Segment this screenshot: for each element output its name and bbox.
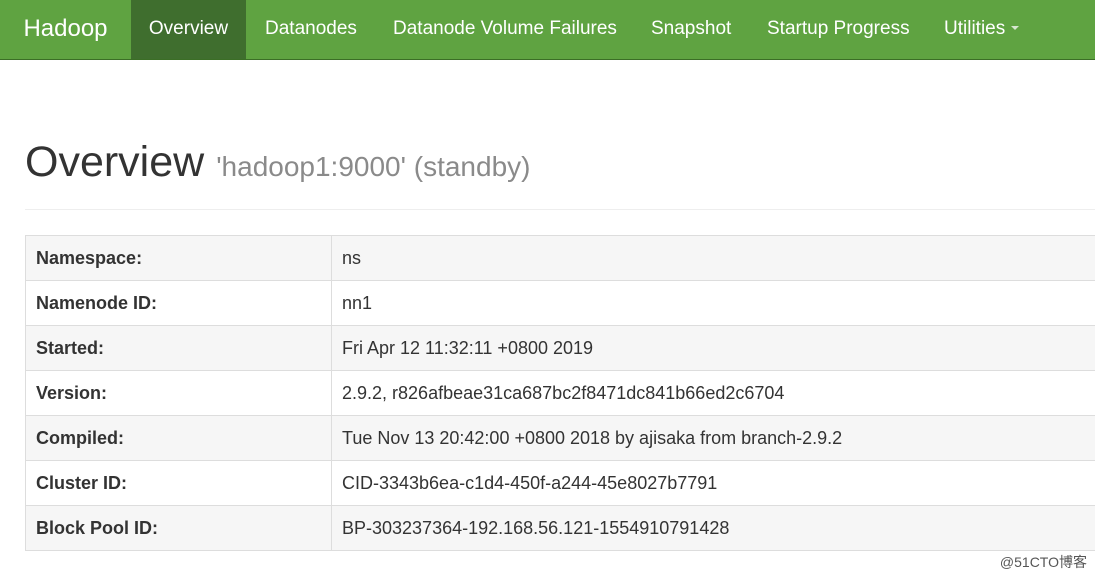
table-row: Namenode ID: nn1 [25, 280, 1095, 326]
nav-startup-progress[interactable]: Startup Progress [767, 0, 910, 59]
top-navbar: Hadoop Overview Datanodes Datanode Volum… [0, 0, 1095, 60]
page-title-text: Overview [25, 138, 205, 186]
table-row: Started: Fri Apr 12 11:32:11 +0800 2019 [25, 325, 1095, 371]
table-row: Namespace: ns [25, 235, 1095, 281]
table-row: Compiled: Tue Nov 13 20:42:00 +0800 2018… [25, 415, 1095, 461]
row-value: Fri Apr 12 11:32:11 +0800 2019 [331, 325, 1095, 371]
overview-table: Namespace: ns Namenode ID: nn1 Started: … [25, 235, 1095, 551]
watermark: @51CTO博客 [999, 554, 1087, 570]
row-value: nn1 [331, 280, 1095, 326]
row-value: CID-3343b6ea-c1d4-450f-a244-45e8027b7791 [331, 460, 1095, 506]
row-label: Started: [25, 325, 332, 371]
nav-overview[interactable]: Overview [131, 0, 246, 59]
row-value: 2.9.2, r826afbeae31ca687bc2f8471dc841b66… [331, 370, 1095, 416]
row-label: Version: [25, 370, 332, 416]
row-label: Namenode ID: [25, 280, 332, 326]
row-label: Cluster ID: [25, 460, 332, 506]
nav-datanode-volume-failures[interactable]: Datanode Volume Failures [393, 0, 617, 59]
row-value: ns [331, 235, 1095, 281]
page-title: Overview 'hadoop1:9000' (standby) [25, 137, 530, 192]
row-value: BP-303237364-192.168.56.121-155491079142… [331, 505, 1095, 551]
table-row: Block Pool ID: BP-303237364-192.168.56.1… [25, 505, 1095, 551]
nav-utilities-dropdown[interactable]: Utilities [944, 0, 1020, 59]
row-label: Compiled: [25, 415, 332, 461]
nav-utilities-label: Utilities [944, 18, 1006, 39]
table-row: Cluster ID: CID-3343b6ea-c1d4-450f-a244-… [25, 460, 1095, 506]
brand-logo[interactable]: Hadoop [0, 0, 131, 59]
page-subtitle: 'hadoop1:9000' (standby) [216, 151, 531, 182]
table-row: Version: 2.9.2, r826afbeae31ca687bc2f847… [25, 370, 1095, 416]
row-label: Block Pool ID: [25, 505, 332, 551]
row-label: Namespace: [25, 235, 332, 281]
nav-snapshot[interactable]: Snapshot [651, 0, 731, 59]
row-value: Tue Nov 13 20:42:00 +0800 2018 by ajisak… [331, 415, 1095, 461]
nav-datanodes[interactable]: Datanodes [265, 0, 357, 59]
chevron-down-icon [1011, 25, 1020, 30]
page-header: Overview 'hadoop1:9000' (standby) [25, 133, 1095, 210]
